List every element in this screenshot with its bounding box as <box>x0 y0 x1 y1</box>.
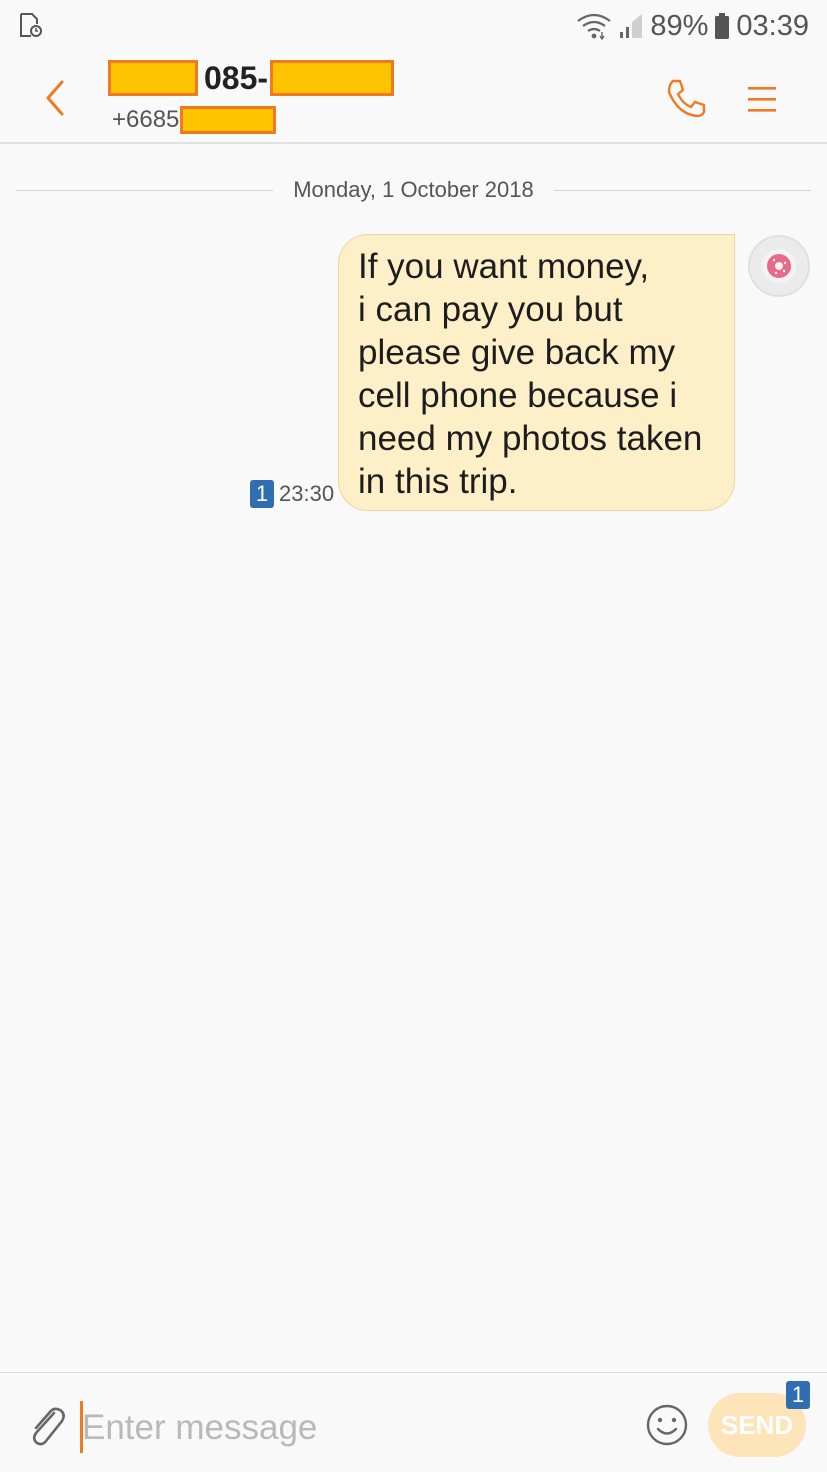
date-label: Monday, 1 October 2018 <box>293 177 534 202</box>
back-button[interactable] <box>38 76 78 120</box>
menu-button[interactable] <box>742 80 782 120</box>
phone-icon <box>667 79 706 118</box>
redacted-phone <box>180 106 277 134</box>
message-bubble[interactable]: If you want money, i can pay you but ple… <box>338 234 735 511</box>
redacted-number <box>270 60 395 96</box>
paperclip-icon <box>32 1407 65 1446</box>
divider-line <box>553 189 811 191</box>
divider-line <box>16 189 274 191</box>
battery-percent: 89% <box>650 9 709 42</box>
redacted-name <box>108 60 198 96</box>
chevron-left-icon <box>46 80 64 116</box>
smiley-icon <box>646 1404 688 1446</box>
contact-number-prefix: 085- <box>204 59 269 96</box>
message-input[interactable] <box>82 1403 622 1453</box>
emoji-button[interactable] <box>645 1403 689 1447</box>
attach-button[interactable] <box>24 1401 68 1449</box>
menu-icon <box>748 87 776 112</box>
contact-subtitle: +6685 <box>112 104 277 136</box>
message-time: 23:30 <box>279 481 335 506</box>
call-button[interactable] <box>664 76 708 120</box>
message-meta: 1 23:30 <box>250 479 334 509</box>
clock-time: 03:39 <box>736 9 809 42</box>
battery-icon <box>714 12 730 40</box>
status-bar: 89% 03:39 <box>0 0 827 52</box>
sim-badge: 1 <box>250 480 274 508</box>
wifi-icon <box>576 12 612 40</box>
avatar[interactable] <box>748 235 810 297</box>
contact-phone-prefix: +6685 <box>112 106 180 133</box>
donut-avatar-icon <box>762 249 796 283</box>
sim-card-clock-icon <box>18 12 42 38</box>
signal-icon <box>618 12 644 40</box>
contact-title: 085- <box>108 58 395 98</box>
send-sim-badge: 1 <box>786 1381 810 1409</box>
conversation-header: 085- +6685 <box>0 52 827 144</box>
message-composer: SEND 1 <box>0 1372 827 1472</box>
date-divider: Monday, 1 October 2018 <box>16 172 811 208</box>
